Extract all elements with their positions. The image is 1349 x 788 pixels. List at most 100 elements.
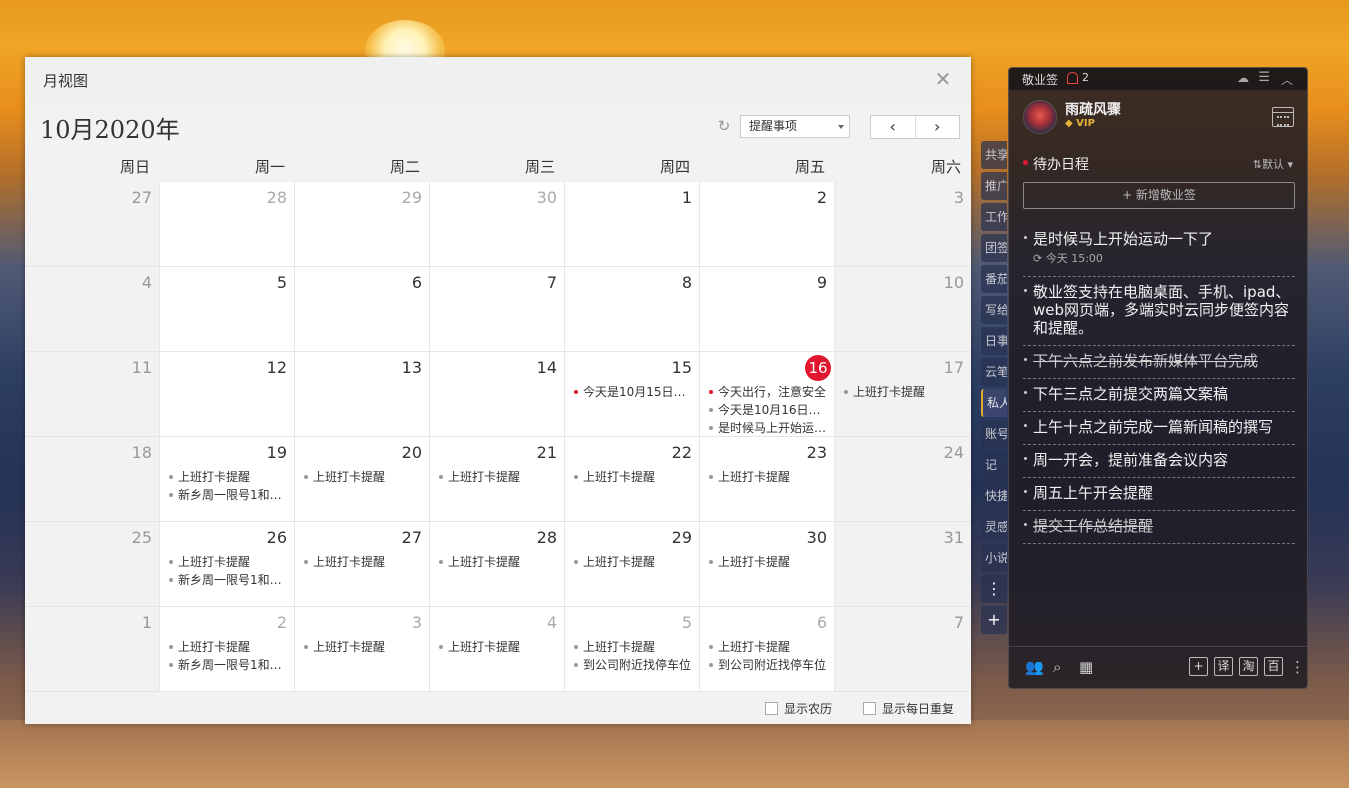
- day-cell[interactable]: 3: [835, 182, 971, 267]
- day-cell[interactable]: 4 上班打卡提醒: [430, 607, 565, 692]
- close-icon[interactable]: ✕: [933, 69, 953, 89]
- day-cell[interactable]: 29 上班打卡提醒: [565, 522, 700, 607]
- add-note-button[interactable]: + 新增敬业签: [1023, 182, 1295, 209]
- day-cell[interactable]: 5: [160, 267, 295, 352]
- calendar-icon[interactable]: [1272, 107, 1294, 127]
- day-cell[interactable]: 30 上班打卡提醒: [700, 522, 835, 607]
- filter-dropdown[interactable]: 提醒事项: [740, 115, 850, 138]
- avatar[interactable]: [1023, 100, 1057, 134]
- note-item[interactable]: 提交工作总结提醒: [1023, 511, 1295, 544]
- baidu-button[interactable]: 百: [1264, 657, 1283, 676]
- calendar-event[interactable]: 上班打卡提醒: [303, 468, 423, 486]
- calendar-event[interactable]: 上班打卡提醒: [708, 638, 828, 656]
- calendar-event[interactable]: 上班打卡提醒: [168, 638, 288, 656]
- side-tab[interactable]: 团签: [981, 234, 1007, 262]
- calendar-event[interactable]: 上班打卡提醒: [438, 553, 558, 571]
- calendar-event[interactable]: 今天是10月15日，一个重要的日子: [573, 383, 693, 401]
- translate-button[interactable]: 译: [1214, 657, 1233, 676]
- calendar-event[interactable]: 上班打卡提醒: [168, 468, 288, 486]
- side-tab[interactable]: 私人: [981, 389, 1007, 417]
- chevron-up-icon[interactable]: ︿: [1281, 71, 1293, 88]
- show-lunar-toggle[interactable]: 显示农历: [765, 700, 832, 717]
- day-cell[interactable]: 21 上班打卡提醒: [430, 437, 565, 522]
- day-cell[interactable]: 28: [160, 182, 295, 267]
- show-lunar-checkbox[interactable]: [765, 702, 778, 715]
- calendar-event[interactable]: 到公司附近找停车位: [573, 656, 693, 674]
- calendar-event[interactable]: 上班打卡提醒: [843, 383, 965, 401]
- side-tab[interactable]: 番茄: [981, 265, 1007, 293]
- calendar-event[interactable]: 上班打卡提醒: [573, 553, 693, 571]
- calendar-event[interactable]: 新乡周一限号1和6尾号: [168, 486, 288, 504]
- note-item[interactable]: 周五上午开会提醒: [1023, 478, 1295, 511]
- day-cell[interactable]: 27: [25, 182, 160, 267]
- day-cell[interactable]: 8: [565, 267, 700, 352]
- day-cell[interactable]: 15 今天是10月15日，一个重要的日子: [565, 352, 700, 437]
- day-cell[interactable]: 10: [835, 267, 971, 352]
- calendar-event[interactable]: 新乡周一限号1和6尾号: [168, 571, 288, 589]
- note-item[interactable]: 敬业签支持在电脑桌面、手机、ipad、web网页端，多端实时云同步便签内容和提醒…: [1023, 277, 1295, 346]
- day-cell[interactable]: 2: [700, 182, 835, 267]
- calendar-event[interactable]: 到公司附近找停车位: [708, 656, 828, 674]
- more-icon[interactable]: ⋮: [1290, 658, 1305, 676]
- day-cell[interactable]: 3 上班打卡提醒: [295, 607, 430, 692]
- day-cell[interactable]: 2 上班打卡提醒新乡周一限号1和6尾号: [160, 607, 295, 692]
- side-tab[interactable]: 日事: [981, 327, 1007, 355]
- day-cell[interactable]: 14: [430, 352, 565, 437]
- calendar-event[interactable]: 新乡周一限号1和6尾号: [168, 656, 288, 674]
- calendar-event[interactable]: 今天出行，注意安全: [708, 383, 828, 401]
- day-cell[interactable]: 7: [430, 267, 565, 352]
- calendar-event[interactable]: 上班打卡提醒: [708, 553, 828, 571]
- refresh-icon[interactable]: ↻: [716, 118, 732, 134]
- menu-icon[interactable]: ☰: [1258, 70, 1270, 85]
- add-icon[interactable]: +: [1189, 657, 1208, 676]
- sort-button[interactable]: ⇅默认 ▾: [1253, 156, 1293, 172]
- day-cell[interactable]: 23 上班打卡提醒: [700, 437, 835, 522]
- side-tab[interactable]: 云笔: [981, 358, 1007, 386]
- calendar-event[interactable]: 上班打卡提醒: [573, 468, 693, 486]
- show-daily-repeat-toggle[interactable]: 显示每日重复: [863, 700, 954, 717]
- cloud-icon[interactable]: ☁: [1237, 71, 1249, 85]
- bell-icon[interactable]: [1067, 72, 1078, 84]
- note-item[interactable]: 上午十点之前完成一篇新闻稿的撰写: [1023, 412, 1295, 445]
- side-tab[interactable]: 灵感: [981, 513, 1007, 541]
- calendar-event[interactable]: 上班打卡提醒: [303, 638, 423, 656]
- calendar-event[interactable]: 今天是10月16日，星期五: [708, 401, 828, 419]
- side-tab[interactable]: 工作: [981, 203, 1007, 231]
- day-cell[interactable]: 20 上班打卡提醒: [295, 437, 430, 522]
- day-cell[interactable]: 9: [700, 267, 835, 352]
- day-cell[interactable]: 24: [835, 437, 971, 522]
- calendar-small-icon[interactable]: ▦: [1079, 658, 1093, 676]
- day-cell[interactable]: 1: [565, 182, 700, 267]
- note-item[interactable]: 下午三点之前提交两篇文案稿: [1023, 379, 1295, 412]
- day-cell[interactable]: 4: [25, 267, 160, 352]
- side-tab[interactable]: 快捷: [981, 482, 1007, 510]
- day-cell[interactable]: 6: [295, 267, 430, 352]
- search-icon[interactable]: ⌕: [1053, 658, 1061, 676]
- day-cell[interactable]: 1: [25, 607, 160, 692]
- day-cell[interactable]: 6 上班打卡提醒 到公司附近找停车位: [700, 607, 835, 692]
- day-cell[interactable]: 17 上班打卡提醒: [835, 352, 971, 437]
- users-icon[interactable]: 👥: [1025, 658, 1044, 676]
- calendar-event[interactable]: 上班打卡提醒: [438, 468, 558, 486]
- calendar-event[interactable]: 上班打卡提醒: [708, 468, 828, 486]
- next-month-button[interactable]: ›: [914, 116, 960, 138]
- prev-month-button[interactable]: ‹: [871, 116, 915, 138]
- day-cell[interactable]: 19 上班打卡提醒新乡周一限号1和6尾号: [160, 437, 295, 522]
- side-tab[interactable]: 共享: [981, 141, 1007, 169]
- day-cell[interactable]: 11: [25, 352, 160, 437]
- day-cell[interactable]: 7: [835, 607, 971, 692]
- show-daily-repeat-checkbox[interactable]: [863, 702, 876, 715]
- side-tab[interactable]: 记: [981, 451, 1007, 479]
- calendar-event[interactable]: 上班打卡提醒: [438, 638, 558, 656]
- side-tab[interactable]: 账号: [981, 420, 1007, 448]
- day-cell[interactable]: 18: [25, 437, 160, 522]
- side-tab[interactable]: 小说: [981, 544, 1007, 572]
- calendar-event[interactable]: 上班打卡提醒: [303, 553, 423, 571]
- more-tabs-icon[interactable]: ⋮: [981, 575, 1007, 603]
- day-cell[interactable]: 16今天出行，注意安全今天是10月16日，星期五是时候马上开始运动一下了: [700, 352, 835, 437]
- day-cell[interactable]: 29: [295, 182, 430, 267]
- calendar-event[interactable]: 上班打卡提醒: [168, 553, 288, 571]
- day-cell[interactable]: 27 上班打卡提醒: [295, 522, 430, 607]
- taobao-button[interactable]: 淘: [1239, 657, 1258, 676]
- day-cell[interactable]: 25: [25, 522, 160, 607]
